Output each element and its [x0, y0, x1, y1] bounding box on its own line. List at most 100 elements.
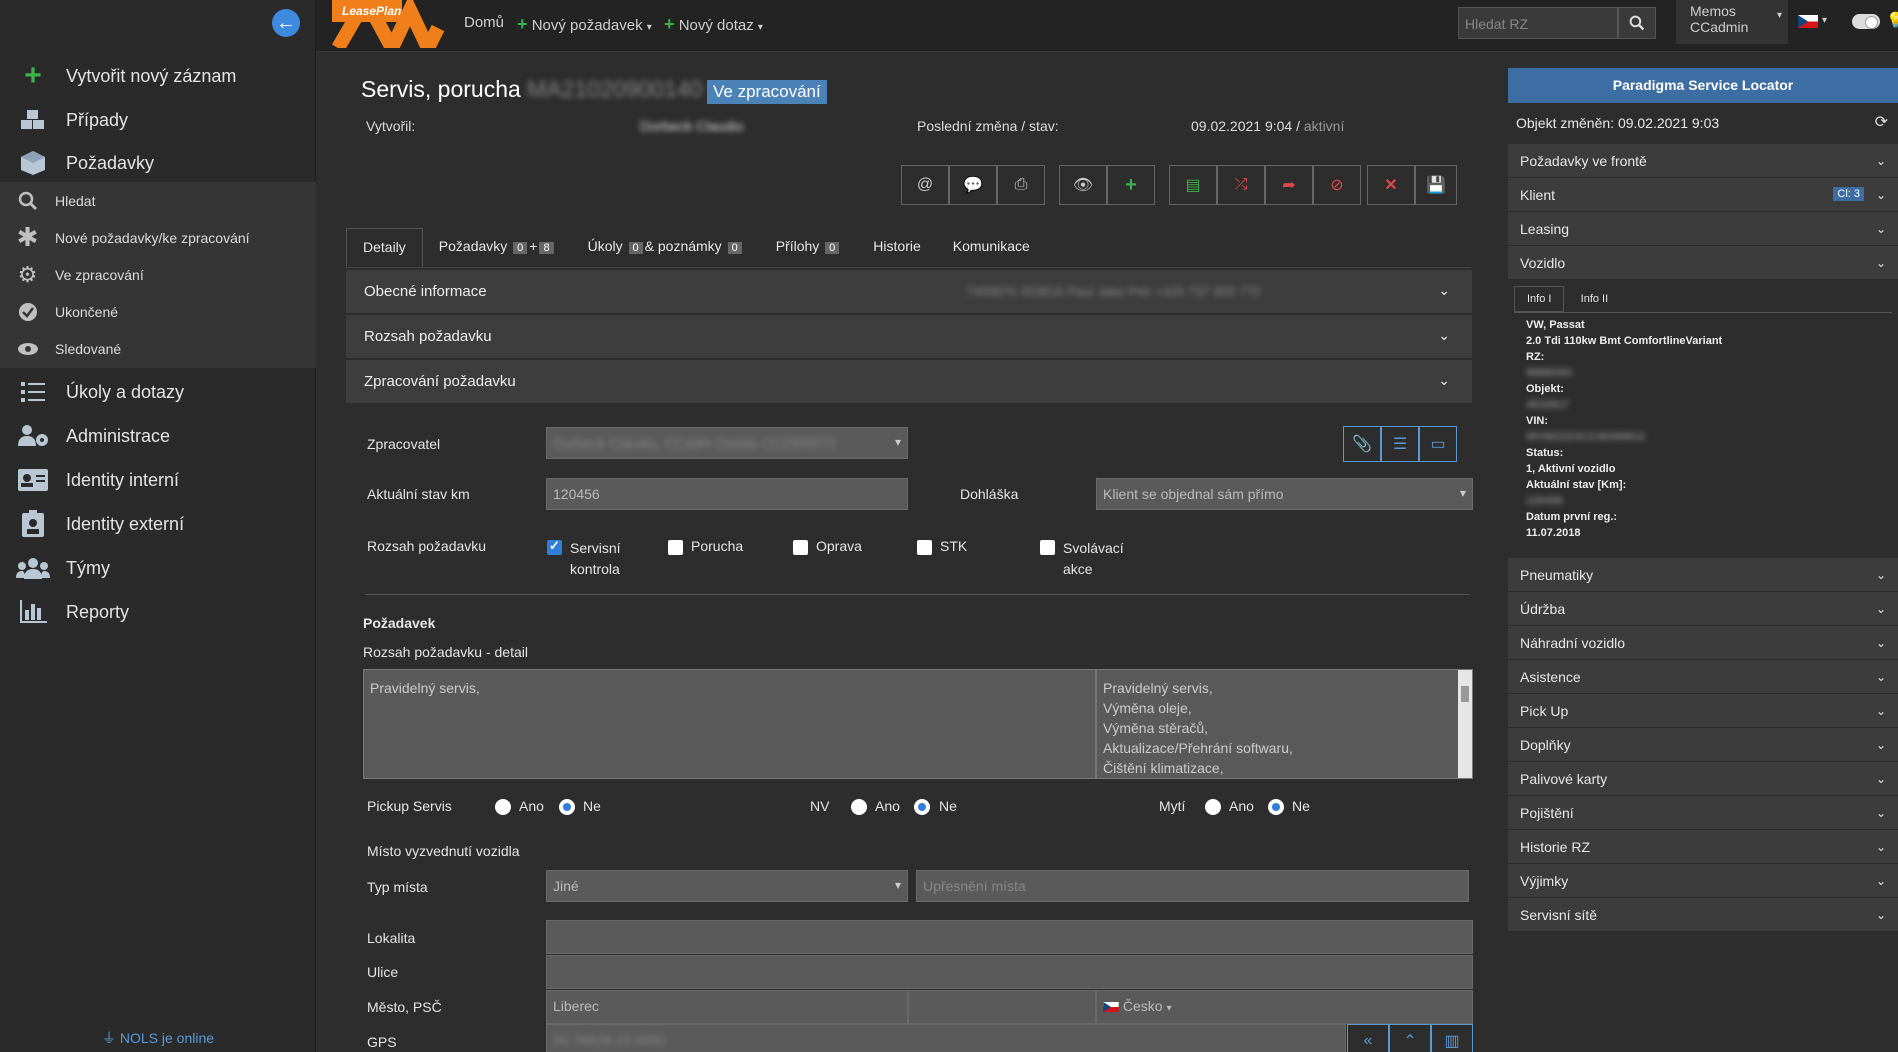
section-request-scope[interactable]: Rozsah požadavku ⌄ [346, 315, 1472, 359]
theme-toggle[interactable] [1852, 14, 1880, 29]
forward-button[interactable]: ➦ [1265, 165, 1313, 205]
tab-attachments[interactable]: Přílohy 0 [760, 228, 858, 267]
sidebar-item-new-record[interactable]: + Vytvořit nový záznam [0, 54, 316, 98]
scrollbar-thumb[interactable] [1461, 686, 1469, 702]
sidebar-item-cases[interactable]: Případy [0, 98, 316, 142]
sidebar-item-tasks[interactable]: Úkoly a dotazy [0, 370, 316, 414]
add-button[interactable]: + [1107, 165, 1155, 205]
rp-section-client[interactable]: Klient Cl: 3 ⌄ [1508, 178, 1898, 212]
back-arrow-icon[interactable]: ← [272, 9, 300, 37]
search-rz-input[interactable]: Hledat RZ [1458, 7, 1618, 39]
rp-section-rz-history[interactable]: Historie RZ ⌄ [1508, 830, 1898, 864]
sidebar-item-admin[interactable]: Administrace [0, 414, 316, 458]
street-input[interactable] [546, 955, 1473, 989]
rp-section-queue[interactable]: Požadavky ve frontě ⌄ [1508, 144, 1898, 178]
print-icon: ⎙ [1014, 176, 1028, 193]
map-button[interactable]: ▥ [1431, 1024, 1473, 1052]
list-button[interactable]: ☰ [1381, 426, 1419, 462]
rp-section-maintenance[interactable]: Údržba ⌄ [1508, 592, 1898, 626]
block-button[interactable]: ⊘ [1313, 165, 1361, 205]
pickup-radio-no[interactable] [559, 799, 575, 815]
sidebar-subitem-in-progress[interactable]: ⚙ Ve zpracování [0, 256, 316, 293]
locality-input[interactable] [546, 920, 1473, 954]
checkbox-stk[interactable] [917, 540, 932, 555]
reassign-button[interactable]: ⤮ [1217, 165, 1265, 205]
user-menu[interactable]: Memos CCadmin ▾ [1676, 0, 1788, 44]
sidebar-item-teams[interactable]: Týmy [0, 546, 316, 590]
zip-input[interactable] [908, 990, 1096, 1024]
email-button[interactable]: @ [901, 165, 949, 205]
print-button[interactable]: ⎙ [997, 165, 1045, 205]
rp-section-insurance[interactable]: Pojištění ⌄ [1508, 796, 1898, 830]
sidebar-subitem-watched[interactable]: Sledované [0, 330, 316, 367]
divider [365, 594, 1470, 595]
rp-section-pickup[interactable]: Pick Up ⌄ [1508, 694, 1898, 728]
attach-button[interactable]: 📎 [1343, 426, 1381, 462]
comment-button[interactable]: 💬 [949, 165, 997, 205]
copy-button[interactable]: ▤ [1169, 165, 1217, 205]
rp-section-replacement[interactable]: Náhradní vozidlo ⌄ [1508, 626, 1898, 660]
wash-radio-no[interactable] [1268, 799, 1284, 815]
tab-info-1[interactable]: Info I [1514, 286, 1565, 312]
section-request-processing[interactable]: Zpracování požadavku ⌄ [346, 360, 1472, 404]
sidebar-subitem-finished[interactable]: Ukončené [0, 293, 316, 330]
watch-button[interactable]: 👁 [1059, 165, 1107, 205]
wash-radio-yes[interactable] [1205, 799, 1221, 815]
arrangement-select[interactable]: Klient se objednal sám přímo [1096, 478, 1473, 510]
processor-select[interactable]: Dorbeck Claudio, CCadm Dorota CC2900070 [546, 427, 908, 459]
tab-details[interactable]: Detaily [346, 228, 423, 267]
rp-section-tires[interactable]: Pneumatiky ⌄ [1508, 558, 1898, 592]
gps-back-button[interactable]: « [1347, 1024, 1389, 1052]
close-button[interactable]: ✕ [1367, 165, 1415, 205]
rp-section-service-networks[interactable]: Servisní sítě ⌄ [1508, 898, 1898, 932]
rp-section-assistance[interactable]: Asistence ⌄ [1508, 660, 1898, 694]
rp-section-leasing[interactable]: Leasing ⌄ [1508, 212, 1898, 246]
km-input[interactable]: 120456 [546, 478, 908, 510]
sidebar-item-reports[interactable]: Reporty [0, 590, 316, 634]
detail-textarea-left[interactable]: Pravidelný servis, [363, 669, 1096, 779]
search-button[interactable] [1618, 7, 1656, 39]
checkbox-service[interactable] [547, 538, 562, 555]
sidebar-item-external-identities[interactable]: Identity externí [0, 502, 316, 546]
nav-new-query[interactable]: + Nový dotaz ▾ [664, 14, 763, 35]
rp-section-exceptions[interactable]: Výjimky ⌄ [1508, 864, 1898, 898]
sidebar-subitem-search[interactable]: Hledat [0, 182, 316, 219]
save-button[interactable]: 💾 [1415, 165, 1457, 205]
place-detail-input[interactable]: Upřesnění místa [916, 870, 1469, 902]
section-general-info[interactable]: Obecné informace 7456876 453816 Paul Jak… [346, 270, 1472, 314]
pickup-radio-yes[interactable] [495, 799, 511, 815]
checkbox-repair[interactable] [793, 540, 808, 555]
place-type-select[interactable]: Jiné [546, 870, 908, 902]
sidebar-item-internal-identities[interactable]: Identity interní [0, 458, 316, 502]
detail-textarea-right[interactable]: Pravidelný servis, Výměna oleje, Výměna … [1096, 669, 1473, 779]
tab-history[interactable]: Historie [857, 228, 936, 267]
sidebar-item-requests[interactable]: Požadavky [0, 141, 316, 185]
gps-up-button[interactable]: ⌃ [1389, 1024, 1431, 1052]
rp-section-title: Pneumatiky [1520, 566, 1594, 583]
gps-input[interactable]: 50.76628,15.0591 [546, 1024, 1346, 1052]
toolbar-group-4: ✕ 💾 [1367, 165, 1457, 205]
rp-section-vehicle[interactable]: Vozidlo ⌄ [1508, 246, 1898, 280]
lightbulb-icon[interactable]: 💡 [1886, 11, 1898, 29]
city-input[interactable]: Liberec [546, 990, 908, 1024]
checkbox-breakdown[interactable] [668, 540, 683, 555]
nav-new-request[interactable]: + Nový požadavek ▾ [517, 14, 652, 35]
rp-section-fuel-cards[interactable]: Palivové karty ⌄ [1508, 762, 1898, 796]
message-button[interactable]: ▭ [1419, 426, 1457, 462]
country-select[interactable]: Česko ▾ [1096, 990, 1473, 1024]
caret-down-icon[interactable]: ▾ [1822, 15, 1827, 26]
tab-communication[interactable]: Komunikace [937, 228, 1046, 267]
scrollbar[interactable] [1458, 670, 1472, 778]
flag-cz-icon[interactable] [1798, 15, 1818, 28]
nav-home[interactable]: Domů [464, 14, 504, 31]
nv-radio-yes[interactable] [851, 799, 867, 815]
refresh-icon[interactable]: ⟳ [1875, 112, 1888, 132]
tab-requests[interactable]: Požadavky 0 +8 [423, 228, 572, 267]
tab-info-2[interactable]: Info II [1569, 287, 1621, 311]
nv-radio-no[interactable] [914, 799, 930, 815]
tab-tasks[interactable]: Úkoly 0 & poznámky 0 [572, 228, 760, 267]
leaseplan-logo[interactable]: LeasePlan [328, 0, 446, 64]
rp-section-extras[interactable]: Doplňky ⌄ [1508, 728, 1898, 762]
sidebar-subitem-new-requests[interactable]: ✱ Nové požadavky/ke zpracování [0, 219, 316, 256]
checkbox-recall[interactable] [1040, 540, 1055, 555]
